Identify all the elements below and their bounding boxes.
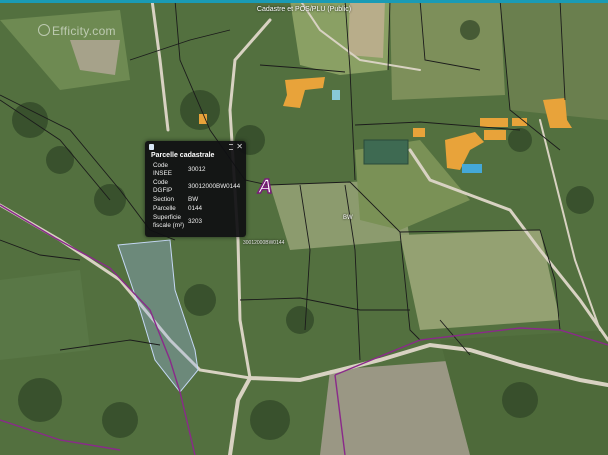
field-value-section: BW xyxy=(188,196,199,203)
document-icon xyxy=(149,144,154,150)
watermark-logo-icon xyxy=(38,24,50,36)
field-label: Code INSEE xyxy=(153,162,172,177)
parcel-label: 30012000BW0144 xyxy=(243,240,285,246)
field-value-parcelle: 0144 xyxy=(188,205,203,212)
layer-title: Cadastre et POS/PLU (Public) xyxy=(256,6,352,13)
satellite-map[interactable] xyxy=(0,0,608,455)
parcel-info-popup: ✕ Parcelle cadastrale Code INSEE 30012 Co… xyxy=(145,141,246,237)
field-label-parcelle: Parcelle xyxy=(153,205,176,212)
popup-title: Parcelle cadastrale xyxy=(151,152,215,159)
field-label: Superficie fiscale (m²) xyxy=(153,214,185,229)
section-label: BW xyxy=(343,215,353,221)
field-value-superficie: 3203 xyxy=(188,218,203,225)
watermark-text: Efficity.com xyxy=(52,24,116,38)
watermark: Efficity.com xyxy=(38,24,116,38)
field-value-dgfip: 30012000BW0144 xyxy=(188,183,241,190)
top-accent-bar xyxy=(0,0,608,3)
field-label-section: Section xyxy=(153,196,175,203)
field-label: Code DGFIP xyxy=(153,179,173,194)
location-marker[interactable]: A xyxy=(257,175,273,199)
field-value-insee: 30012 xyxy=(188,166,206,173)
menu-icon[interactable] xyxy=(229,144,233,150)
close-button[interactable]: ✕ xyxy=(236,142,243,151)
